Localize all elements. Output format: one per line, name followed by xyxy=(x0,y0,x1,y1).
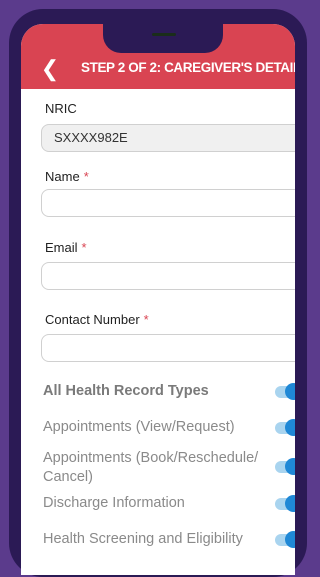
required-mark: * xyxy=(83,169,89,184)
toggle-knob xyxy=(285,495,295,512)
required-mark: * xyxy=(143,312,149,327)
toggle-label: Discharge Information xyxy=(43,495,185,511)
toggle-row-appointments-book: Appointments (Book/Reschedule/ Cancel) xyxy=(43,449,295,489)
email-input[interactable] xyxy=(41,262,295,290)
toggle-knob xyxy=(285,383,295,400)
toggle-knob xyxy=(285,458,295,475)
back-icon[interactable]: ❮ xyxy=(39,58,61,82)
toggle-row-all-health-records: All Health Record Types xyxy=(43,382,295,406)
health-screening-toggle[interactable] xyxy=(275,531,295,548)
toggle-knob xyxy=(285,531,295,548)
nric-field: SXXXX982E xyxy=(41,124,295,152)
toggle-label: Appointments (View/Request) xyxy=(43,419,235,435)
all-records-toggle[interactable] xyxy=(275,383,295,400)
contact-number-input[interactable] xyxy=(41,334,295,362)
toggle-row-appointments-view: Appointments (View/Request) xyxy=(43,418,295,442)
name-input[interactable] xyxy=(41,189,295,217)
toggle-knob xyxy=(285,419,295,436)
nric-label: NRIC xyxy=(45,101,77,116)
contact-number-label: Contact Number * xyxy=(45,312,149,327)
page-title: STEP 2 OF 2: CAREGIVER'S DETAILS xyxy=(81,60,295,75)
app-screen: ❮ STEP 2 OF 2: CAREGIVER'S DETAILS NRIC … xyxy=(21,24,295,575)
appointments-view-toggle[interactable] xyxy=(275,419,295,436)
phone-frame: ❮ STEP 2 OF 2: CAREGIVER'S DETAILS NRIC … xyxy=(9,9,307,577)
email-label-text: Email xyxy=(45,240,78,255)
name-label-text: Name xyxy=(45,169,80,184)
toggle-label: All Health Record Types xyxy=(43,383,209,399)
speaker-icon xyxy=(152,33,176,36)
toggle-label: Appointments (Book/Reschedule/ Cancel) xyxy=(43,450,259,485)
appointments-book-toggle[interactable] xyxy=(275,458,295,475)
phone-notch xyxy=(103,23,223,53)
contact-number-label-text: Contact Number xyxy=(45,312,140,327)
required-mark: * xyxy=(81,240,87,255)
email-label: Email * xyxy=(45,240,87,255)
toggle-row-health-screening: Health Screening and Eligibility xyxy=(43,530,295,554)
toggle-row-discharge: Discharge Information xyxy=(43,494,295,518)
discharge-toggle[interactable] xyxy=(275,495,295,512)
name-label: Name * xyxy=(45,169,89,184)
toggle-label: Health Screening and Eligibility xyxy=(43,531,243,547)
